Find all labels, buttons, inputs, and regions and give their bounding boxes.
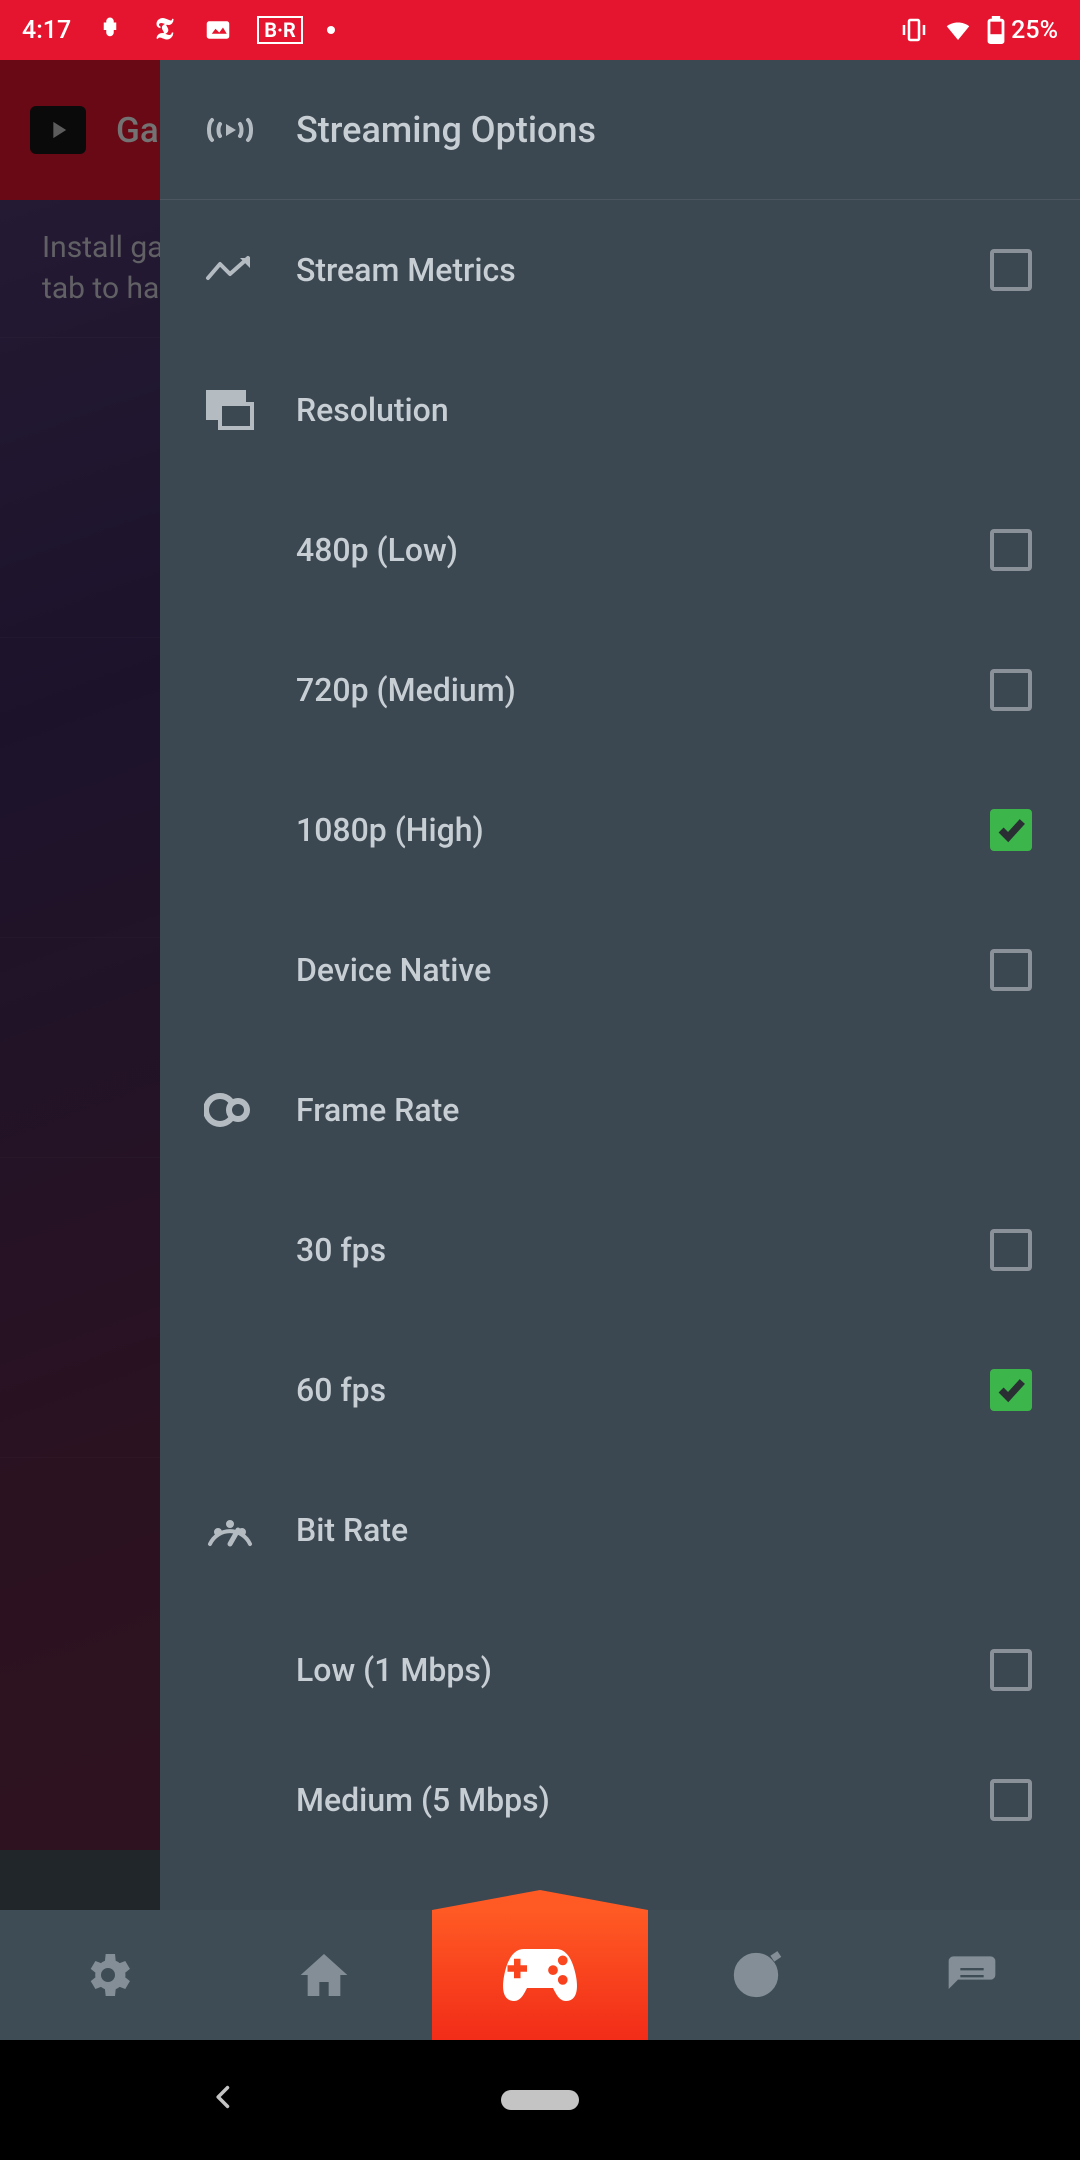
row-bitrate: Bit Rate [160,1460,1080,1600]
row-stream-metrics[interactable]: Stream Metrics [160,200,1080,340]
nav-games[interactable] [432,1910,648,2040]
system-home-pill[interactable] [501,2090,579,2110]
bitrate-low-checkbox[interactable] [990,1649,1032,1691]
nav-chat[interactable] [864,1910,1080,2040]
bitrate-label: Bit Rate [296,1511,1032,1549]
status-right: 25% [899,15,1058,45]
nav-home[interactable] [216,1910,432,2040]
row-res-native[interactable]: Device Native [160,900,1080,1040]
status-left: 4:17 𝕿 B·R [22,15,335,45]
vibrate-icon [899,15,929,45]
res-native-checkbox[interactable] [990,949,1032,991]
notif-icon-br: B·R [257,16,303,44]
battery-indicator: 25% [987,16,1058,45]
row-bitrate-low[interactable]: Low (1 Mbps) [160,1600,1080,1740]
nav-settings[interactable] [0,1910,216,2040]
resolution-icon [204,390,256,430]
framerate-label: Frame Rate [296,1091,1032,1129]
drawer-header: Streaming Options [160,60,1080,200]
notif-more-dot [327,26,335,34]
res-720-checkbox[interactable] [990,669,1032,711]
battery-text: 25% [1011,16,1058,45]
stream-metrics-label: Stream Metrics [296,251,950,289]
row-fps-60[interactable]: 60 fps [160,1320,1080,1460]
framerate-icon [204,1092,256,1128]
fps-30-checkbox[interactable] [990,1229,1032,1271]
status-time: 4:17 [22,16,71,45]
status-bar: 4:17 𝕿 B·R 25% [0,0,1080,60]
bitrate-med-checkbox[interactable] [990,1779,1032,1821]
row-res-1080[interactable]: 1080p (High) [160,760,1080,900]
row-fps-30[interactable]: 30 fps [160,1180,1080,1320]
notif-icon-nyt: 𝕿 [149,15,179,45]
resolution-label: Resolution [296,391,1032,429]
metrics-icon [204,252,256,288]
bottom-nav [0,1910,1080,2040]
settings-drawer: Streaming Options Stream Metrics Resolut… [160,60,1080,1910]
system-nav [0,2040,1080,2160]
wifi-icon [943,15,973,45]
system-back[interactable] [210,2081,238,2119]
res-1080-checkbox[interactable] [990,809,1032,851]
row-resolution: Resolution [160,340,1080,480]
nav-record[interactable] [648,1910,864,2040]
notif-icon-image [203,15,233,45]
row-res-480[interactable]: 480p (Low) [160,480,1080,620]
bitrate-icon [204,1510,256,1550]
fps-60-checkbox[interactable] [990,1369,1032,1411]
row-framerate: Frame Rate [160,1040,1080,1180]
res-480-checkbox[interactable] [990,529,1032,571]
stream-metrics-checkbox[interactable] [990,249,1032,291]
notif-icon-1 [95,15,125,45]
streaming-icon [204,110,256,150]
row-bitrate-med[interactable]: Medium (5 Mbps) [160,1740,1080,1860]
drawer-title: Streaming Options [296,109,596,151]
row-res-720[interactable]: 720p (Medium) [160,620,1080,760]
